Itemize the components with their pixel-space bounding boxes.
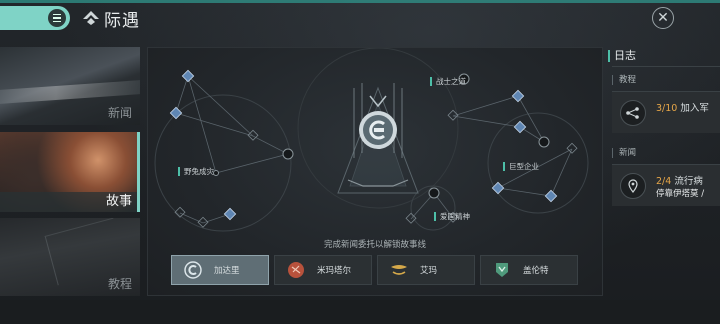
network-icon	[620, 100, 646, 126]
log-entry-line: 2/4 流行病	[656, 173, 703, 187]
log-panel: 日志 教程 3/10 加入军 新闻 2/4 流行病 停靠伊塔莫 /	[608, 47, 720, 296]
central-emblem	[337, 83, 419, 194]
tab-label: 教程	[107, 277, 132, 291]
log-section-tutorial: 教程	[612, 75, 636, 85]
story-node-patriot[interactable]: 爱国精神	[434, 212, 470, 221]
minmatar-emblem-icon	[288, 262, 304, 278]
menu-button[interactable]	[0, 6, 70, 30]
encounter-logo-icon	[83, 11, 99, 25]
top-accent-line	[0, 0, 720, 3]
page-header: 际遇	[82, 6, 140, 31]
tab-tutorial[interactable]: 教程	[0, 218, 140, 296]
log-entry-tutorial[interactable]: 3/10 加入军	[612, 91, 720, 133]
character-name: 加达里	[214, 266, 240, 276]
character-button-gallente[interactable]: 盖伦特	[480, 255, 578, 285]
progress-count: 2/4	[656, 176, 672, 187]
tab-label: 新闻	[107, 106, 132, 120]
story-node-survival[interactable]: 野兔成灾	[178, 167, 214, 176]
tab-story[interactable]: 故事	[0, 132, 140, 212]
progress-count: 3/10	[656, 103, 678, 114]
story-node-warrior-path[interactable]: 战士之道	[430, 77, 466, 86]
tab-news[interactable]: 新闻	[0, 47, 140, 125]
gallente-emblem-icon	[496, 263, 508, 277]
selected-indicator	[137, 132, 140, 212]
log-entry-sub: 停靠伊塔莫 /	[656, 189, 705, 199]
hamburger-icon	[48, 9, 66, 27]
character-name: 盖伦特	[523, 266, 549, 276]
log-entry-text: 流行病	[674, 176, 703, 187]
log-entry-text: 加入军	[680, 103, 709, 114]
unlock-hint: 完成新闻委托以解锁故事线	[323, 240, 426, 250]
log-title: 日志	[608, 50, 636, 62]
character-button-minmatar[interactable]: 米玛塔尔	[274, 255, 372, 285]
log-section-news: 新闻	[612, 148, 636, 158]
log-entry-line: 3/10 加入军	[656, 100, 709, 114]
location-pin-icon	[620, 173, 646, 199]
character-button-caldari[interactable]: 加达里	[171, 255, 269, 285]
bottom-strip	[0, 300, 720, 324]
log-divider	[612, 66, 720, 67]
character-name: 艾玛	[420, 266, 438, 276]
caldari-emblem-icon	[184, 261, 202, 279]
character-name: 米玛塔尔	[317, 266, 352, 276]
storyline-map-panel: 野兔成灾 战士之道 巨型企业 爱国精神 完成新闻委托以解锁故事线 加达里 米玛塔…	[147, 47, 603, 296]
story-node-megacorp[interactable]: 巨型企业	[503, 162, 539, 171]
close-button[interactable]: ✕	[652, 7, 674, 29]
character-button-amarr[interactable]: 艾玛	[377, 255, 475, 285]
log-entry-news[interactable]: 2/4 流行病 停靠伊塔莫 /	[612, 164, 720, 206]
close-icon: ✕	[657, 10, 669, 26]
page-title: 际遇	[104, 10, 140, 31]
tab-label: 故事	[0, 192, 140, 212]
amarr-emblem-icon	[391, 265, 407, 275]
